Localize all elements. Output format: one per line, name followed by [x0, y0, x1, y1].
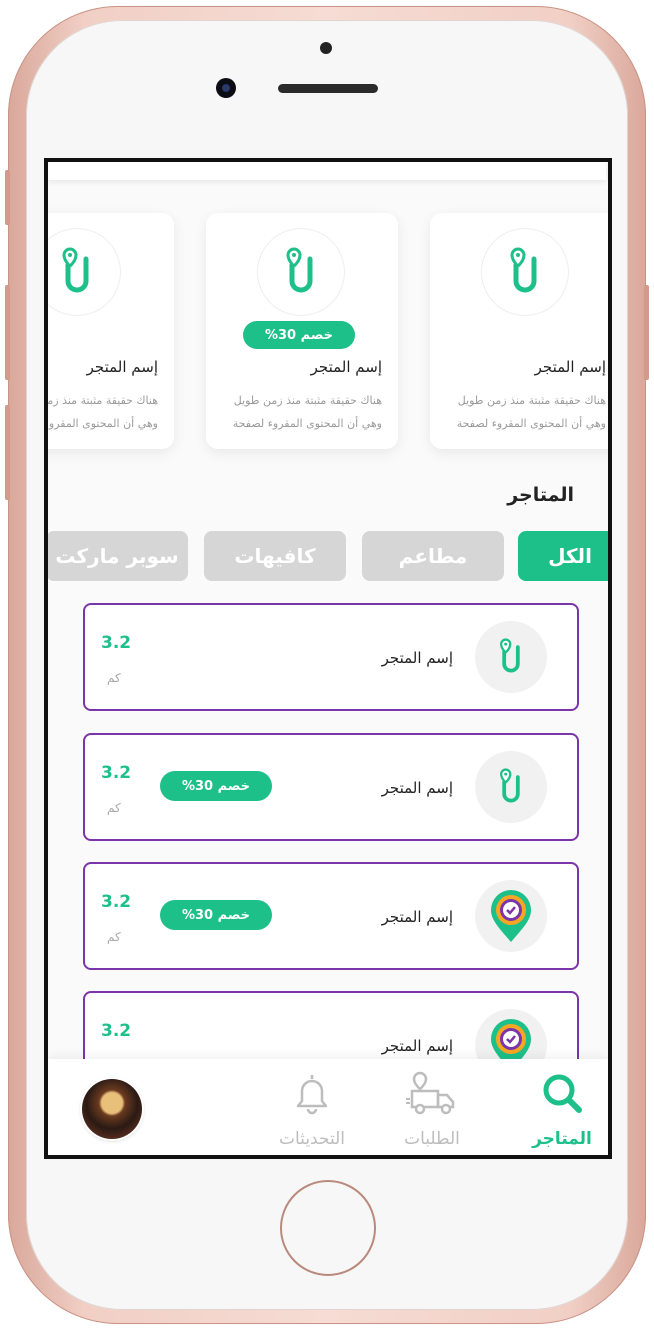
discount-badge: خصم 30%	[160, 900, 272, 930]
store-card[interactable]: إسم المتجر هناك حقيقة مثبتة منذ زمن طويل…	[48, 213, 174, 449]
discount-badge: خصم 30%	[243, 321, 355, 349]
distance-unit: كم	[107, 801, 121, 815]
nav-updates[interactable]: التحديثات	[252, 1071, 372, 1151]
store-name: إسم المتجر	[381, 1037, 453, 1055]
top-bar	[48, 162, 606, 180]
store-card-name: إسم المتجر	[310, 358, 382, 376]
nav-orders[interactable]: الطلبات	[372, 1071, 492, 1151]
store-list-item[interactable]: إسم المتجر خصم 30% 3.2 كم	[83, 733, 579, 841]
phone-screen: إسم المتجر هناك حقيقة مثبتة منذ زمن طويل…	[44, 158, 612, 1159]
volume-up-button	[5, 285, 10, 380]
store-card-name: إسم المتجر	[534, 358, 606, 376]
mute-switch	[5, 170, 10, 225]
nav-stores-label: المتاجر	[532, 1129, 592, 1149]
bottom-navigation: المتاجر الطلبات التحديثات	[48, 1059, 608, 1155]
store-card-name: إسم المتجر	[86, 358, 158, 376]
discount-badge: خصم 30%	[160, 771, 272, 801]
app-viewport: إسم المتجر هناك حقيقة مثبتة منذ زمن طويل…	[48, 162, 608, 1155]
store-card-description: هناك حقيقة مثبتة منذ زمن طويلوهي أن المح…	[48, 394, 158, 430]
search-icon	[543, 1074, 582, 1113]
home-button[interactable]	[280, 1180, 376, 1276]
delivery-truck-icon	[406, 1071, 455, 1115]
store-card[interactable]: خصم 30% إسم المتجر هناك حقيقة مثبتة منذ …	[206, 213, 398, 449]
distance-unit: كم	[107, 671, 121, 685]
store-distance: 3.2	[101, 633, 132, 653]
nav-updates-label: التحديثات	[279, 1129, 345, 1149]
earpiece-speaker	[278, 84, 378, 93]
proximity-sensor	[320, 42, 332, 54]
avatar[interactable]	[82, 1079, 142, 1139]
tab-all[interactable]: الكل	[518, 531, 608, 581]
store-card[interactable]: إسم المتجر هناك حقيقة مثبتة منذ زمن طويل…	[430, 213, 608, 449]
store-distance: 3.2	[101, 892, 132, 912]
volume-down-button	[5, 405, 10, 500]
bell-icon	[296, 1075, 328, 1115]
power-button	[644, 285, 649, 380]
store-logo-u-pin-icon	[475, 621, 547, 693]
store-name: إسم المتجر	[381, 779, 453, 797]
store-name: إسم المتجر	[381, 908, 453, 926]
distance-unit: كم	[107, 930, 121, 944]
store-name: إسم المتجر	[381, 649, 453, 667]
store-distance: 3.2	[101, 1021, 132, 1041]
nav-orders-label: الطلبات	[404, 1129, 460, 1149]
tab-supermarket[interactable]: سوبر ماركت	[48, 531, 188, 581]
nav-stores[interactable]: المتاجر	[502, 1071, 608, 1151]
store-list-item[interactable]: إسم المتجر 3.2 كم	[83, 603, 579, 711]
tab-cafes[interactable]: كافيهات	[204, 531, 346, 581]
store-list-item[interactable]: إسم المتجر خصم 30% 3.2 كم	[83, 862, 579, 970]
store-logo-clock-pin-icon	[475, 880, 547, 952]
store-logo-u-pin-icon	[48, 229, 120, 315]
store-distance: 3.2	[101, 763, 132, 783]
front-camera	[216, 78, 236, 98]
tab-restaurants[interactable]: مطاعم	[362, 531, 504, 581]
store-card-description: هناك حقيقة مثبتة منذ زمن طويلوهي أن المح…	[456, 394, 606, 430]
store-logo-u-pin-icon	[482, 229, 568, 315]
store-logo-u-pin-icon	[475, 751, 547, 823]
store-card-description: هناك حقيقة مثبتة منذ زمن طويلوهي أن المح…	[232, 394, 382, 430]
section-title: المتاجر	[507, 484, 574, 506]
store-logo-u-pin-icon	[258, 229, 344, 315]
